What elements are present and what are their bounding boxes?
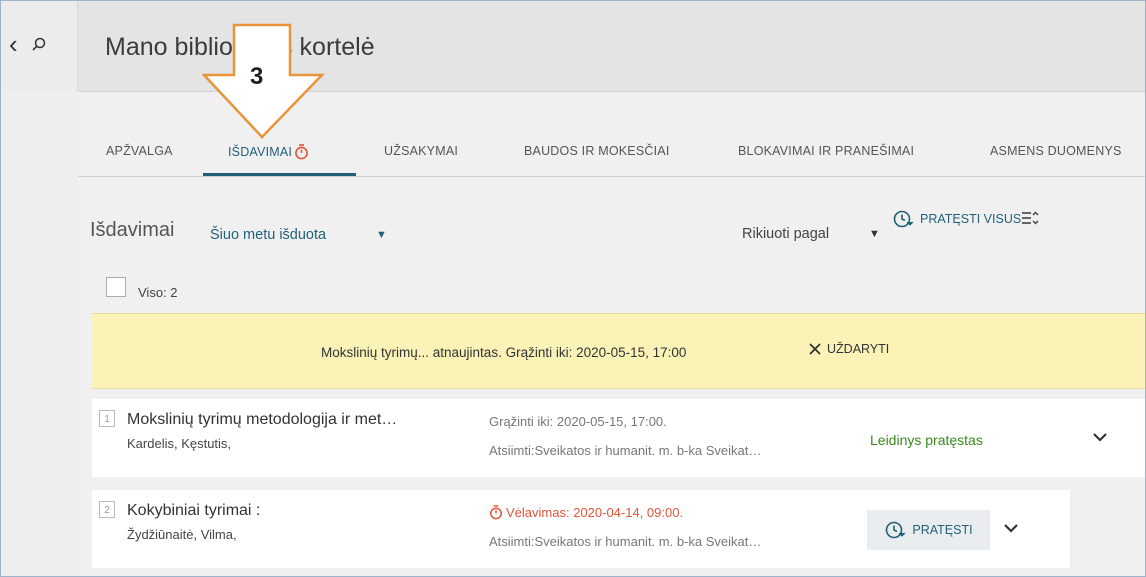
tab-loans[interactable]: IŠDAVIMAI xyxy=(228,144,309,160)
loan-overdue-text: Vėlavimas: 2020-04-14, 09:00. xyxy=(506,505,684,520)
renew-all-button[interactable]: PRATĘSTI VISUS xyxy=(892,208,1021,230)
chevron-down-icon[interactable] xyxy=(1003,522,1019,534)
tab-blocks[interactable]: BLOKAVIMAI IR PRANEŠIMAI xyxy=(738,144,914,158)
loan-title[interactable]: Kokybiniai tyrimai : xyxy=(127,502,260,520)
loan-due-date: Grąžinti iki: 2020-05-15, 17:00. xyxy=(489,414,667,429)
loan-author: Žydžiūnaitė, Vilma, xyxy=(127,527,237,542)
close-icon xyxy=(809,343,821,355)
sort-dropdown[interactable]: Rikiuoti pagal xyxy=(742,226,829,242)
timer-icon xyxy=(490,505,502,520)
tab-overview[interactable]: APŽVALGA xyxy=(106,144,173,158)
total-count: Viso: 2 xyxy=(138,285,178,300)
loan-author: Kardelis, Kęstutis, xyxy=(127,436,232,451)
tab-fines[interactable]: BAUDOS IR MOKESČIAI xyxy=(524,144,670,158)
renew-label: PRATĘSTI xyxy=(912,523,973,537)
loan-number: 1 xyxy=(99,410,115,427)
loan-title[interactable]: Mokslinių tyrimų metodologija ir met… xyxy=(127,411,397,429)
loan-pickup-location: Atsiimti:Sveikatos ir humanit. m. b-ka S… xyxy=(489,534,762,549)
left-rail: ‹ xyxy=(1,1,78,91)
close-banner-button[interactable]: UŽDARYTI xyxy=(808,342,889,356)
caret-down-icon[interactable]: ▼ xyxy=(869,228,880,240)
renew-button[interactable]: PRATĘSTI xyxy=(867,510,990,550)
main-content: APŽVALGA IŠDAVIMAI UŽSAKYMAI BAUDOS IR M… xyxy=(78,92,1145,576)
loan-renewed-status: Leidinys pratęstas xyxy=(870,432,983,448)
loan-number: 2 xyxy=(99,501,115,518)
timer-icon xyxy=(295,144,308,160)
app-frame: ‹ Mano bibliotekos kortelė APŽVALGA IŠDA… xyxy=(0,0,1146,577)
chevron-down-icon[interactable] xyxy=(1092,431,1108,443)
select-all-checkbox[interactable] xyxy=(106,277,126,297)
renew-clock-icon xyxy=(886,521,906,539)
renewal-notice-banner: Mokslinių tyrimų... atnaujintas. Grąžint… xyxy=(92,313,1145,389)
tab-requests[interactable]: UŽSAKYMAI xyxy=(384,144,458,158)
back-chevron-icon[interactable]: ‹ xyxy=(9,31,18,57)
search-icon[interactable] xyxy=(31,37,47,53)
tab-loans-label: IŠDAVIMAI xyxy=(228,145,293,159)
loan-filter-dropdown[interactable]: Šiuo metu išduota xyxy=(210,227,326,243)
caret-down-icon[interactable]: ▼ xyxy=(376,229,387,241)
section-title: Išdavimai xyxy=(90,219,175,241)
tab-personal-details[interactable]: ASMENS DUOMENYS xyxy=(990,144,1122,158)
loan-item[interactable]: 1 Mokslinių tyrimų metodologija ir met… … xyxy=(92,399,1145,477)
loan-pickup-location: Atsiimti:Sveikatos ir humanit. m. b-ka S… xyxy=(489,443,762,458)
renew-clock-icon xyxy=(893,210,914,228)
list-options-icon[interactable] xyxy=(1020,208,1040,228)
callout-arrow xyxy=(202,23,325,139)
callout-number: 3 xyxy=(250,63,264,90)
active-tab-indicator xyxy=(203,173,356,176)
loan-overdue-date: Vėlavimas: 2020-04-14, 09:00. xyxy=(489,505,683,520)
renew-all-label: PRATĘSTI VISUS xyxy=(920,212,1022,226)
banner-message: Mokslinių tyrimų... atnaujintas. Grąžint… xyxy=(321,345,687,360)
close-banner-label: UŽDARYTI xyxy=(827,342,890,356)
loan-item[interactable]: 2 Kokybiniai tyrimai : Žydžiūnaitė, Vilm… xyxy=(92,490,1070,568)
